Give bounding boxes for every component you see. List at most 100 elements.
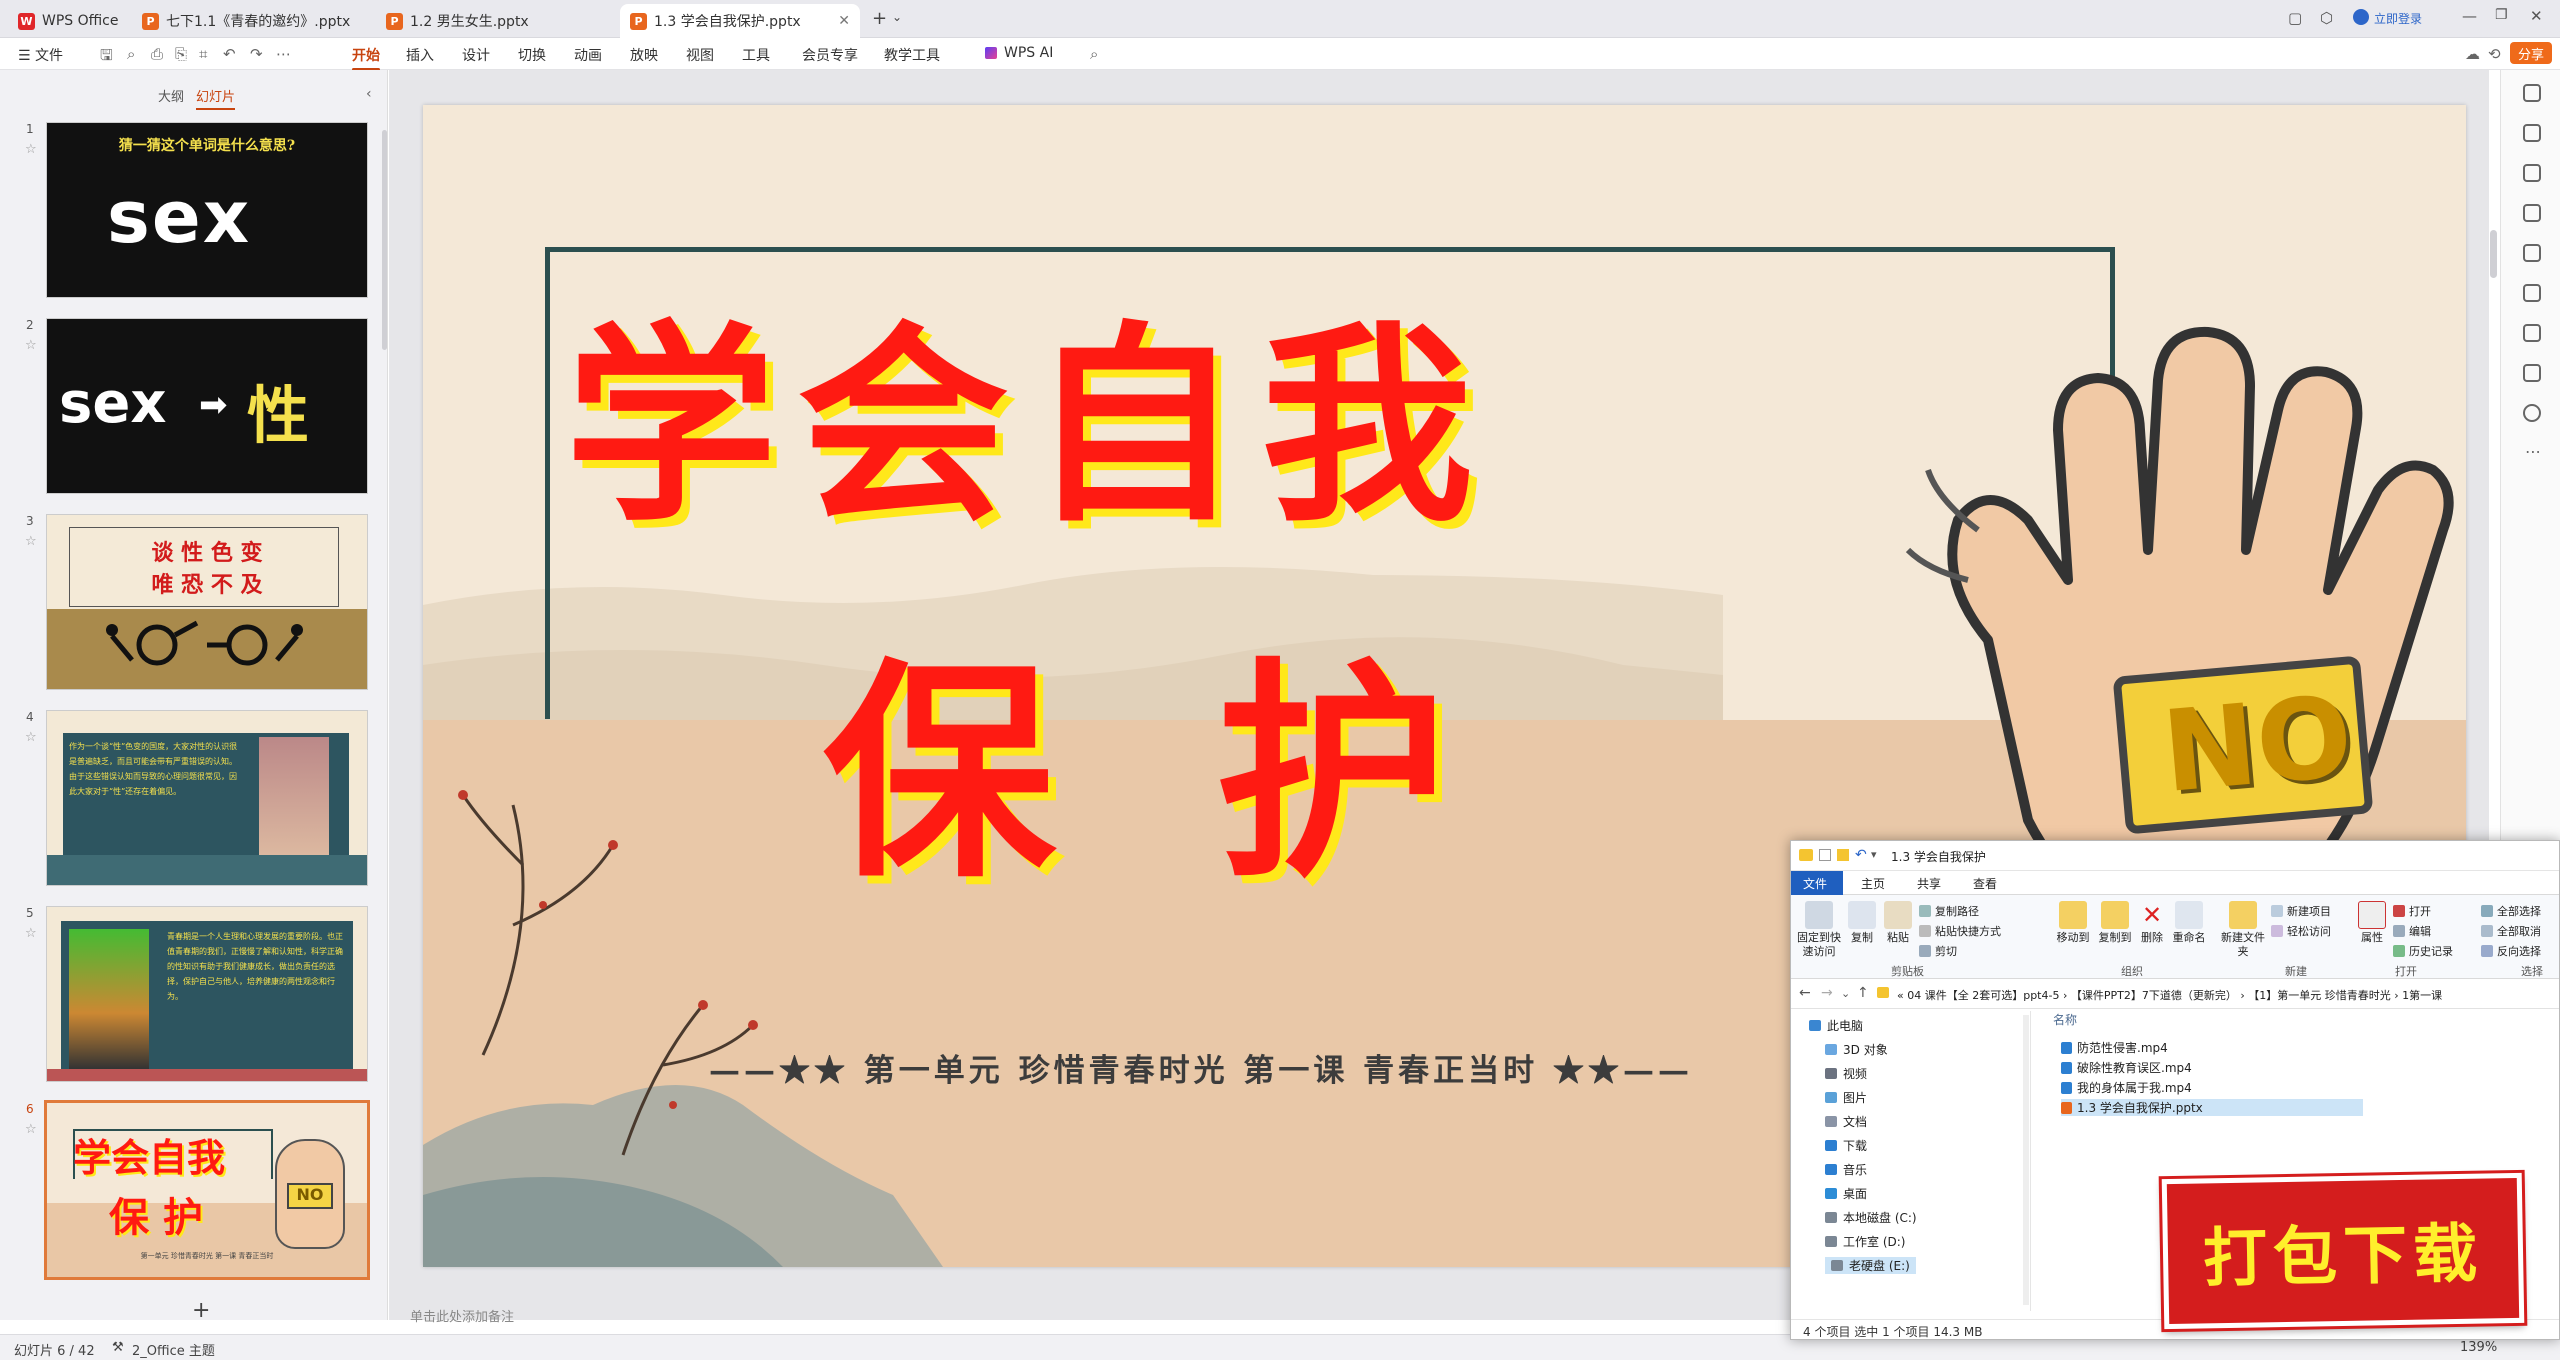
image-icon[interactable] [2523,244,2541,262]
tab-document-3-active[interactable]: P 1.3 学会自我保护.pptx ✕ [620,4,860,38]
restore-icon[interactable]: ❐ [2495,7,2508,23]
properties-button[interactable]: 属性 [2357,901,2387,945]
column-header-name[interactable]: 名称 [2053,1011,2077,1028]
close-tab-icon[interactable]: ✕ [838,13,850,29]
nav-this-pc[interactable]: 此电脑 [1809,1017,1863,1034]
more-icon[interactable]: ⋯ [2525,442,2541,461]
file-item[interactable]: 我的身体属于我.mp4 [2061,1079,2192,1096]
slide-subtitle[interactable]: ——★★ 第一单元 珍惜青春时光 第一课 青春正当时 ★★—— [601,1045,1801,1090]
forward-icon[interactable]: → [1821,985,1833,1001]
slide-title-line1[interactable]: 学会自我 [565,255,1493,562]
search-icon[interactable]: ⌕ [1090,45,1098,63]
easy-access-button[interactable]: 轻松访问 [2271,923,2331,939]
file-item-selected[interactable]: 1.3 学会自我保护.pptx [2061,1099,2363,1116]
star-icon[interactable]: ☆ [25,534,37,549]
nav-drive-c[interactable]: 本地磁盘 (C:) [1825,1209,1917,1226]
redo-icon[interactable]: ↷ [250,45,263,63]
address-bar[interactable]: ← → ⌄ ↑ « 04 课件【全 2套可选】ppt4-5 › 【课件PPT2】… [1791,979,2559,1009]
save-icon[interactable]: 🖫 [100,45,113,70]
copy-button[interactable]: 复制 [1847,901,1877,945]
template-icon[interactable] [2523,324,2541,342]
paste-button[interactable]: 粘贴 [1883,901,1913,945]
nav-videos[interactable]: 视频 [1825,1065,1867,1082]
move-to-button[interactable]: 移动到 [2053,901,2093,945]
notes-placeholder[interactable]: 单击此处添加备注 [410,1306,514,1325]
menu-view[interactable]: 视图 [686,45,714,65]
nav-drive-d[interactable]: 工作室 (D:) [1825,1233,1905,1250]
cut-button[interactable]: 剪切 [1919,943,1957,959]
slide-thumbnail-5[interactable]: 青春期是一个人生理和心理发展的重要阶段。也正值青春期的我们，正慢慢了解和认知性，… [46,906,368,1082]
nav-drive-e[interactable]: 老硬盘 (E:) [1825,1257,1916,1274]
window-layout-icon[interactable]: ▢ [2288,9,2302,27]
history-icon[interactable]: ⟲ [2488,45,2501,63]
recent-locations-icon[interactable]: ⌄ [1841,987,1850,1000]
nav-3d-objects[interactable]: 3D 对象 [1825,1041,1888,1058]
slide-thumbnail-4[interactable]: 作为一个谈“性”色变的国度，大家对性的认识很是普遍缺乏，而且可能会带有严重错误的… [46,710,368,886]
select-all-button[interactable]: 全部选择 [2481,903,2541,919]
close-window-icon[interactable]: ✕ [2530,7,2543,25]
panel-scrollbar[interactable] [382,130,387,350]
theme-name[interactable]: 2_Office 主题 [132,1340,215,1359]
customize-quick-access-icon[interactable]: ▾ [1871,848,1877,861]
paste-shortcut-button[interactable]: 粘贴快捷方式 [1919,923,2001,939]
properties-icon[interactable] [2523,84,2541,102]
slide-thumbnail-3[interactable]: 谈 性 色 变 唯 恐 不 及 [46,514,368,690]
nav-downloads[interactable]: 下载 [1825,1137,1867,1154]
cloud-sync-icon[interactable]: ☁ [2465,45,2480,63]
file-item[interactable]: 破除性教育误区.mp4 [2061,1059,2192,1076]
star-icon[interactable]: ☆ [25,926,37,941]
star-icon[interactable] [2523,164,2541,182]
new-folder-quick-icon[interactable] [1837,849,1849,861]
pdf-icon[interactable]: ⎙ [151,45,163,63]
copy-path-button[interactable]: 复制路径 [1919,903,1979,919]
slide-title-line2[interactable]: 保 护 [823,585,1488,921]
nav-documents[interactable]: 文档 [1825,1113,1867,1130]
menu-insert[interactable]: 插入 [406,45,434,65]
tools-icon[interactable] [2523,284,2541,302]
explorer-tab-view[interactable]: 查看 [1973,875,1997,892]
star-icon[interactable]: ☆ [25,730,37,745]
print-icon[interactable]: ⎘ [175,45,187,63]
nav-pictures[interactable]: 图片 [1825,1089,1867,1106]
up-icon[interactable]: ↑ [1857,985,1869,1001]
menu-wps-ai[interactable]: WPS AI [1004,45,1053,61]
delete-button[interactable]: ✕ 删除 [2137,901,2167,945]
login-link[interactable]: 立即登录 [2374,10,2422,27]
new-tab-icon[interactable]: + [872,8,887,29]
zoom-level[interactable]: 139% [2460,1340,2497,1355]
explorer-tab-home[interactable]: 主页 [1861,875,1885,892]
pin-quick-access-button[interactable]: 固定到快速访问 [1797,901,1841,959]
slide-thumbnail-1[interactable]: 猜一猜这个单词是什么意思? sex [46,122,368,298]
user-avatar-icon[interactable] [2353,9,2369,25]
tab-list-chevron-icon[interactable]: ⌄ [892,10,902,24]
settings-icon[interactable] [2523,124,2541,142]
star-icon[interactable]: ☆ [25,338,37,353]
link-icon[interactable] [2523,364,2541,382]
help-icon[interactable] [2523,404,2541,422]
file-item[interactable]: 防范性侵害.mp4 [2061,1039,2168,1056]
cube-icon[interactable]: ⬡ [2320,9,2333,27]
add-slide-button[interactable]: + [192,1298,210,1323]
preview-icon[interactable]: ⌗ [199,45,207,63]
slide-thumbnail-2[interactable]: sex ➡ 性 [46,318,368,494]
menu-teaching-tools[interactable]: 教学工具 [884,45,940,65]
editor-scrollbar[interactable] [2490,230,2497,278]
collapse-panel-icon[interactable]: ‹ [366,86,372,102]
copy-icon[interactable] [2523,204,2541,222]
menu-tools[interactable]: 工具 [742,45,770,65]
star-icon[interactable]: ☆ [25,1122,37,1137]
format-painter-icon[interactable]: ⌕ [127,45,135,63]
select-none-button[interactable]: 全部取消 [2481,923,2541,939]
menu-animation[interactable]: 动画 [574,45,602,65]
invert-selection-button[interactable]: 反向选择 [2481,943,2541,959]
explorer-tab-share[interactable]: 共享 [1917,875,1941,892]
quick-menu-icon[interactable]: ⋯ [276,45,291,63]
undo-icon[interactable]: ↶ [1855,847,1867,863]
tab-wps-home[interactable]: W WPS Office [8,4,130,38]
menu-design[interactable]: 设计 [462,45,490,65]
nav-music[interactable]: 音乐 [1825,1161,1867,1178]
file-menu[interactable]: ☰ 文件 [18,45,63,65]
slides-tab[interactable]: 幻灯片 [196,86,236,110]
copy-to-button[interactable]: 复制到 [2095,901,2135,945]
slide-thumbnail-6-selected[interactable]: 学会自我 保 护 NO 第一单元 珍惜青春时光 第一课 青春正当时 [44,1100,370,1280]
